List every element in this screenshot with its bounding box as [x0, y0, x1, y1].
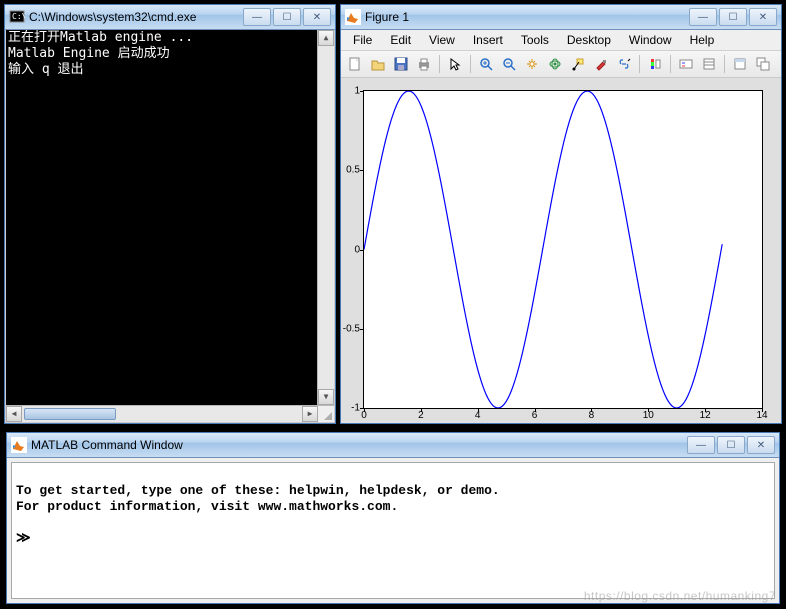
- x-tick-mark: [762, 408, 763, 412]
- toolbar-separator: [724, 55, 725, 73]
- x-tick-mark: [364, 408, 365, 412]
- rotate3d-icon[interactable]: [544, 53, 566, 75]
- cmd-window-buttons: — ☐ ✕: [243, 8, 331, 26]
- close-button[interactable]: ✕: [747, 436, 775, 454]
- resize-grip[interactable]: [318, 406, 334, 422]
- menu-insert[interactable]: Insert: [465, 31, 511, 49]
- matlab-cmd-titlebar[interactable]: MATLAB Command Window — ☐ ✕: [7, 433, 779, 458]
- y-tick-label: -0.5: [343, 323, 360, 334]
- close-button[interactable]: ✕: [303, 8, 331, 26]
- figure-titlebar[interactable]: Figure 1 — ☐ ✕: [341, 5, 781, 30]
- figure-window: Figure 1 — ☐ ✕ FileEditViewInsertToolsDe…: [340, 4, 782, 424]
- colorbar-icon[interactable]: [644, 53, 666, 75]
- save-icon[interactable]: [390, 53, 412, 75]
- y-tick-label: -1: [351, 403, 360, 414]
- x-tick-mark: [705, 408, 706, 412]
- menu-help[interactable]: Help: [682, 31, 723, 49]
- toolbar-separator: [439, 55, 440, 73]
- watermark: https://blog.csdn.net/humanking7: [584, 589, 776, 603]
- figure-title: Figure 1: [365, 10, 685, 24]
- svg-text:C:\: C:\: [12, 12, 25, 21]
- minimize-button[interactable]: —: [243, 8, 271, 26]
- chart-axes[interactable]: -1 -0.5 0 0.5 1 0 2 4 6 8 10 12 14: [363, 90, 763, 409]
- maximize-button[interactable]: ☐: [717, 436, 745, 454]
- minimize-button[interactable]: —: [689, 8, 717, 26]
- matlab-cmd-line: To get started, type one of these: helpw…: [16, 483, 500, 498]
- cmd-scrollbar-horizontal[interactable]: ◀ ▶: [6, 405, 334, 422]
- cmd-console[interactable]: 正在打开Matlab engine ...Matlab Engine 启动成功输…: [5, 30, 335, 423]
- hide-tools-icon[interactable]: [729, 53, 751, 75]
- maximize-button[interactable]: ☐: [273, 8, 301, 26]
- scroll-up-button[interactable]: ▲: [318, 30, 334, 46]
- matlab-cmd-line: For product information, visit www.mathw…: [16, 499, 398, 514]
- matlab-cmd-body[interactable]: To get started, type one of these: helpw…: [11, 462, 775, 599]
- cmd-title: C:\Windows\system32\cmd.exe: [29, 10, 239, 24]
- scroll-right-button[interactable]: ▶: [302, 406, 318, 422]
- toolbar-separator: [639, 55, 640, 73]
- menu-edit[interactable]: Edit: [382, 31, 419, 49]
- scroll-down-button[interactable]: ▼: [318, 389, 334, 405]
- x-tick-mark: [478, 408, 479, 412]
- x-tick-mark: [591, 408, 592, 412]
- matlab-icon: [345, 9, 361, 25]
- matlab-prompt: ≫: [16, 531, 31, 547]
- y-tick-mark: [360, 91, 364, 92]
- scroll-thumb[interactable]: [24, 408, 116, 420]
- y-tick-mark: [360, 329, 364, 330]
- figure-canvas-area: -1 -0.5 0 0.5 1 0 2 4 6 8 10 12 14: [341, 78, 781, 423]
- x-tick-mark: [535, 408, 536, 412]
- zoom-out-icon[interactable]: [498, 53, 520, 75]
- y-tick-label: 0.5: [346, 165, 360, 176]
- close-button[interactable]: ✕: [749, 8, 777, 26]
- menu-view[interactable]: View: [421, 31, 463, 49]
- cmd-window: C:\ C:\Windows\system32\cmd.exe — ☐ ✕ 正在…: [4, 4, 336, 424]
- zoom-in-icon[interactable]: [475, 53, 497, 75]
- cmd-line: Matlab Engine 启动成功: [8, 46, 315, 62]
- new-icon[interactable]: [344, 53, 366, 75]
- chart-line: [364, 91, 762, 408]
- toolbar-separator: [470, 55, 471, 73]
- dock-icon[interactable]: [752, 53, 774, 75]
- cmd-icon: C:\: [9, 9, 25, 25]
- y-tick-mark: [360, 170, 364, 171]
- toolbar-separator: [670, 55, 671, 73]
- link-icon[interactable]: [613, 53, 635, 75]
- cmd-line: 正在打开Matlab engine ...: [8, 30, 315, 46]
- open-icon[interactable]: [367, 53, 389, 75]
- legend-icon[interactable]: [675, 53, 697, 75]
- matlab-icon: [11, 437, 27, 453]
- insert-icon[interactable]: [698, 53, 720, 75]
- pointer-icon[interactable]: [444, 53, 466, 75]
- print-icon[interactable]: [413, 53, 435, 75]
- brush-icon[interactable]: [590, 53, 612, 75]
- menu-file[interactable]: File: [345, 31, 380, 49]
- cmd-line: 输入 q 退出: [8, 62, 315, 78]
- scroll-left-button[interactable]: ◀: [6, 406, 22, 422]
- minimize-button[interactable]: —: [687, 436, 715, 454]
- menu-window[interactable]: Window: [621, 31, 680, 49]
- x-tick-mark: [648, 408, 649, 412]
- datacursor-icon[interactable]: [567, 53, 589, 75]
- x-tick-mark: [421, 408, 422, 412]
- menu-desktop[interactable]: Desktop: [559, 31, 619, 49]
- pan-icon[interactable]: [521, 53, 543, 75]
- matlab-cmd-title: MATLAB Command Window: [31, 438, 683, 452]
- matlab-command-window: MATLAB Command Window — ☐ ✕ To get start…: [6, 432, 780, 604]
- figure-menubar: FileEditViewInsertToolsDesktopWindowHelp: [341, 30, 781, 51]
- y-tick-mark: [360, 250, 364, 251]
- maximize-button[interactable]: ☐: [719, 8, 747, 26]
- cmd-titlebar[interactable]: C:\ C:\Windows\system32\cmd.exe — ☐ ✕: [5, 5, 335, 30]
- cmd-scrollbar-vertical[interactable]: ▲ ▼: [317, 30, 334, 405]
- figure-toolbar: [341, 51, 781, 78]
- menu-tools[interactable]: Tools: [513, 31, 557, 49]
